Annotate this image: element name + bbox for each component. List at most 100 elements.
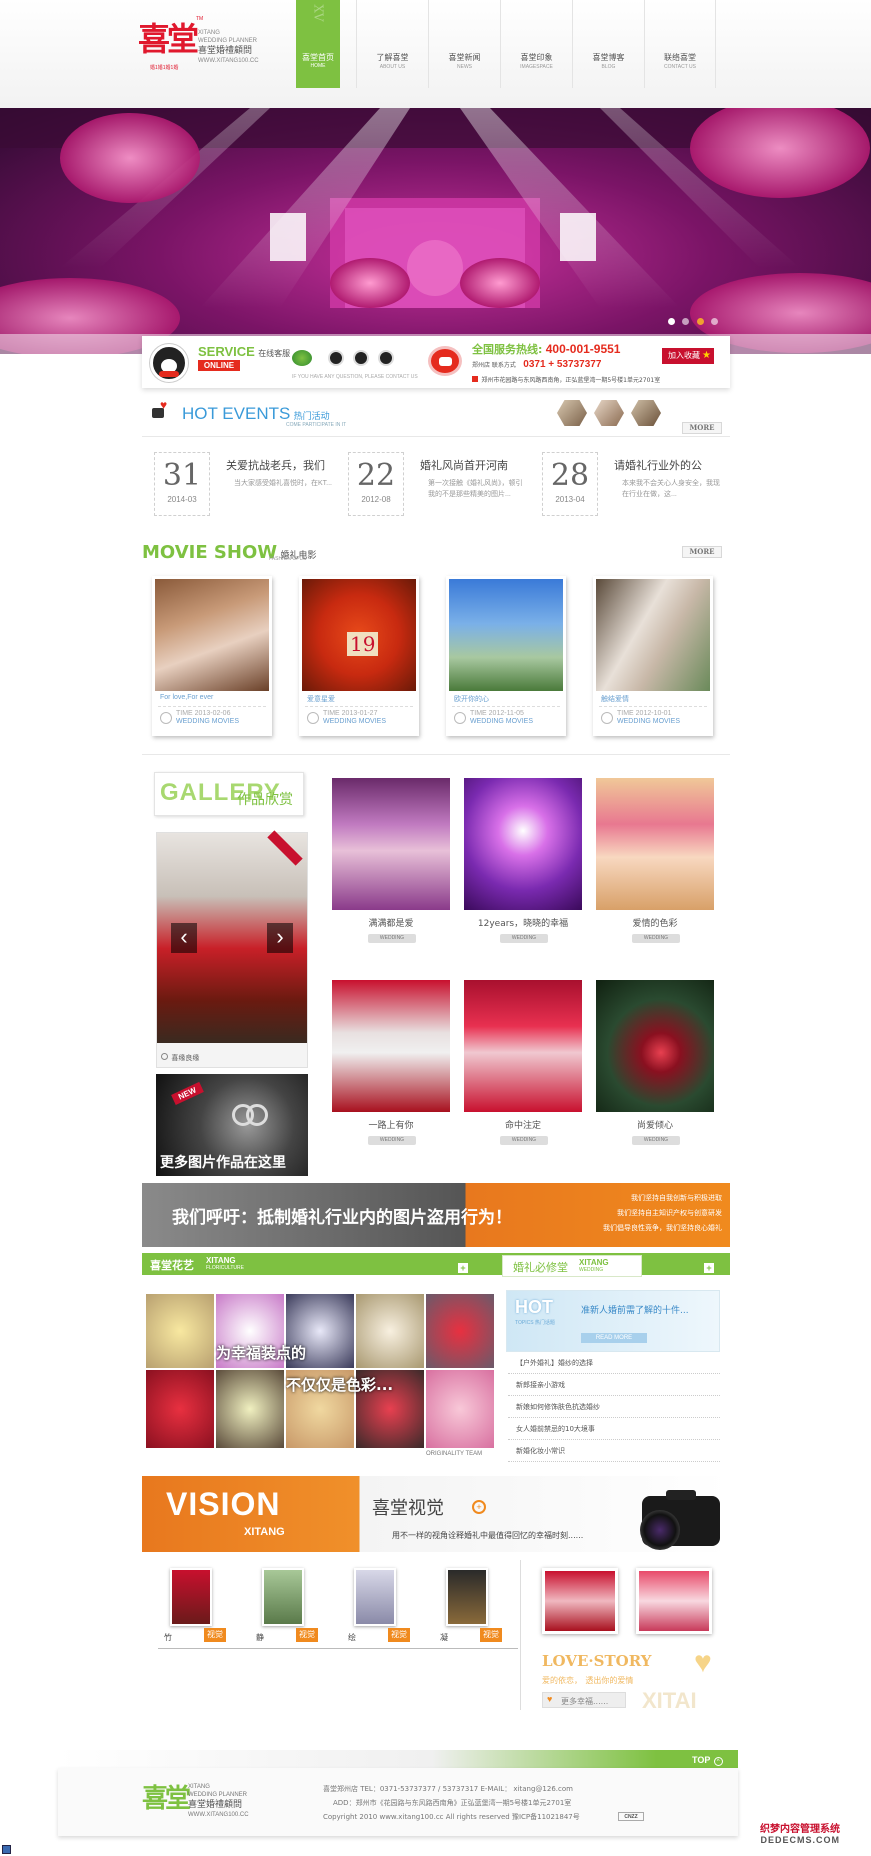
love-story-title: LOVE·STORY [542,1652,652,1670]
gallery-feature-caption: 喜缘良缘 [161,1049,199,1063]
vision-thumb-2[interactable] [636,1568,712,1634]
school-list-item[interactable]: 新娘如何修饰肤色抗选婚纱 [508,1396,720,1418]
movie-card[interactable]: 欧开你的心 TIME 2012-11-05 WEDDING MOVIES [446,576,566,736]
brand-en1: XITANG [198,30,220,36]
nav-imagespace[interactable]: 喜堂印象 IMAGESPACE [500,0,572,88]
slogan-line-1: 我们坚持自我创新与积极进取 [631,1194,722,1202]
gallery-more-banner[interactable]: NEW 更多图片作品在这里 [156,1074,308,1176]
vision-item[interactable]: 绘 视觉 [346,1568,426,1658]
gallery-next-button[interactable]: › [267,923,293,953]
movie-card[interactable]: 触结爱情 TIME 2012-10-01 WEDDING MOVIES [593,576,713,736]
school-plus-button[interactable]: + [704,1263,714,1273]
gallery-caption: 满满都是爱 [368,919,414,929]
event-thumb-3[interactable] [631,400,661,426]
gallery-item[interactable]: 尚爱倾心 WEDDING [596,980,716,1152]
vision-button[interactable]: 视觉 [388,1628,410,1642]
movie-card[interactable]: 19 爱意星爱 TIME 2013-01-27 WEDDING MOVIES [299,576,419,736]
watermark-cn: 织梦内容管理系统 [760,1824,840,1835]
nav-blog-en: BLOG [601,64,616,70]
hero-dot-2[interactable] [682,318,690,325]
nav-home[interactable]: XV 喜堂首页 HOME [296,0,340,88]
add-favorite-button[interactable]: 加入收藏 ★ [662,348,714,364]
movie-show-sub: FASHION OPUS [269,556,307,562]
love-story-heart-icon: ♥ [694,1646,712,1679]
address: 郑州市花园路与东风路西南角，正弘蓝堡湾一期5号楼1单元2701室 [472,371,660,385]
school-list-item[interactable]: 【户外婚礼】婚纱的选择 [508,1352,720,1374]
school-hot-box[interactable]: HOT TOPICS 热门话题 准新人婚前需了解的十件... READ MORE [506,1290,720,1352]
watermark-en: DEDECMS.COM [760,1835,840,1845]
event-ym: 2012-08 [361,495,391,504]
school-list-item[interactable]: 新郎接亲小游戏 [508,1374,720,1396]
event-title[interactable]: 请婚礼行业外的公 [614,457,702,473]
vision-thumb-1[interactable] [542,1568,618,1634]
msn-icon[interactable] [292,350,312,366]
nav-imagespace-cn: 喜堂印象 [520,53,553,62]
hero-dot-4[interactable] [711,318,719,325]
event-title[interactable]: 关爱抗战老兵，我们 [226,457,325,473]
hero-dot-1[interactable] [668,318,675,325]
school-list-item[interactable]: 新婚化妆小常识 [508,1440,720,1462]
gallery-item[interactable]: 12years，晓晓的幸福 WEDDING [464,778,584,950]
event-thumb-2[interactable] [594,400,624,426]
nav-news[interactable]: 喜堂新闻 NEWS [428,0,500,88]
event-item[interactable]: 28 2013-04 请婚礼行业外的公 本来我不会关心人身安全，我现在行业在做，这… [542,452,722,516]
vision-item[interactable]: 静 视觉 [254,1568,334,1658]
gallery-item[interactable]: 一路上有你 WEDDING [332,980,452,1152]
logo[interactable]: 喜堂 TM 婚1婚1婚1婚 [138,14,203,74]
vision-item[interactable]: 竹 视觉 [162,1568,242,1658]
cnzz-badge[interactable]: CNZZ [618,1812,644,1821]
gallery-image [596,778,714,910]
footer-brand-en1: XITANG [188,1784,210,1790]
event-text: 第一次接触《婚礼风尚》，顿引我的不是那些精美的图片... [428,480,523,498]
floriculture-overlay-2: 不仅仅是色彩... [286,1376,394,1394]
gallery-feature-caption-text: 喜缘良缘 [171,1054,200,1062]
floriculture-plus-button[interactable]: + [458,1263,468,1273]
hot-events-more-button[interactable]: MORE [682,422,722,434]
page-root: { "header": { "logo_char": "喜堂", "logo_t… [0,0,871,1856]
zoom-icon[interactable]: + [472,1500,486,1514]
back-to-top-button[interactable]: TOP ^ [692,1752,723,1766]
hotline-number: 400-001-9551 [545,342,621,356]
floriculture-overlay-1: 为幸福装点的 [216,1344,307,1362]
footer-logo[interactable]: 喜堂 [142,1778,191,1815]
event-thumb-1[interactable] [557,400,587,426]
gallery-prev-button[interactable]: ‹ [171,923,197,953]
event-date: 28 2013-04 [542,452,598,516]
gallery-item[interactable]: 满满都是爱 WEDDING [332,778,452,950]
hero-banner[interactable] [0,108,871,354]
vision-button[interactable]: 视觉 [204,1628,226,1642]
gallery-item[interactable]: 爱情的色彩 WEDDING [596,778,716,950]
nav-imagespace-en: IMAGESPACE [520,64,553,70]
hero-dot-3[interactable] [696,318,704,325]
slogan-banner[interactable]: 我们呼吁：抵制婚礼行业内的图片盗用行为！ 我们坚持自我创新与积极进取 我们坚持自… [142,1183,730,1247]
more-happiness-button[interactable]: ♥ 更多幸福...... [542,1692,626,1708]
corner-icon[interactable] [2,1845,11,1854]
nav-about[interactable]: 了解喜堂 ABOUT US [356,0,428,88]
event-title[interactable]: 婚礼风尚首开河南 [420,457,508,473]
read-more-button[interactable]: READ MORE [581,1333,647,1343]
gallery-item[interactable]: 命中注定 WEDDING [464,980,584,1152]
gallery-feature[interactable]: ‹ › 喜缘良缘 [156,830,308,1068]
gallery-tag: WEDDING [368,1136,416,1145]
event-item[interactable]: 22 2012-08 婚礼风尚首开河南 第一次接触《婚礼风尚》，顿引我的不是那些精… [348,452,528,516]
event-item[interactable]: 31 2014-03 关爱抗战老兵，我们 当大家感受婚礼喜悦时，在KT... [154,452,334,516]
movie-show-more-button[interactable]: MORE [682,546,722,558]
nav-blog[interactable]: 喜堂博客 BLOG [572,0,644,88]
vision-button[interactable]: 视觉 [480,1628,502,1642]
qq-contact-icon-1[interactable] [328,350,344,366]
vision-item[interactable]: 凝 视觉 [438,1568,518,1658]
qq-contact-icon-3[interactable] [378,350,394,366]
floriculture-title-sub: FLORICULTURE [206,1265,244,1271]
logo-mark: 喜堂 [138,20,199,58]
qq-contact-icon-2[interactable] [353,350,369,366]
vision-button[interactable]: 视觉 [296,1628,318,1642]
floriculture-mosaic[interactable]: 为幸福装点的 不仅仅是色彩... [146,1294,494,1448]
movie-card[interactable]: For love,For ever TIME 2013-02-06 WEDDING… [152,576,272,736]
gallery-image [464,778,582,910]
school-list-item[interactable]: 女人婚前禁忌的10大境事 [508,1418,720,1440]
school-hot-headline[interactable]: 准新人婚前需了解的十件... [581,1303,689,1316]
originality-team: ORIGINALITY TEAM [426,1451,483,1457]
service-bar: SERVICE 在线客服 ONLINE IF YOU HAVE ANY QUES… [142,336,730,388]
nav-home-deco: XV [311,4,326,22]
nav-contact[interactable]: 联络喜堂 CONTACT US [644,0,716,88]
